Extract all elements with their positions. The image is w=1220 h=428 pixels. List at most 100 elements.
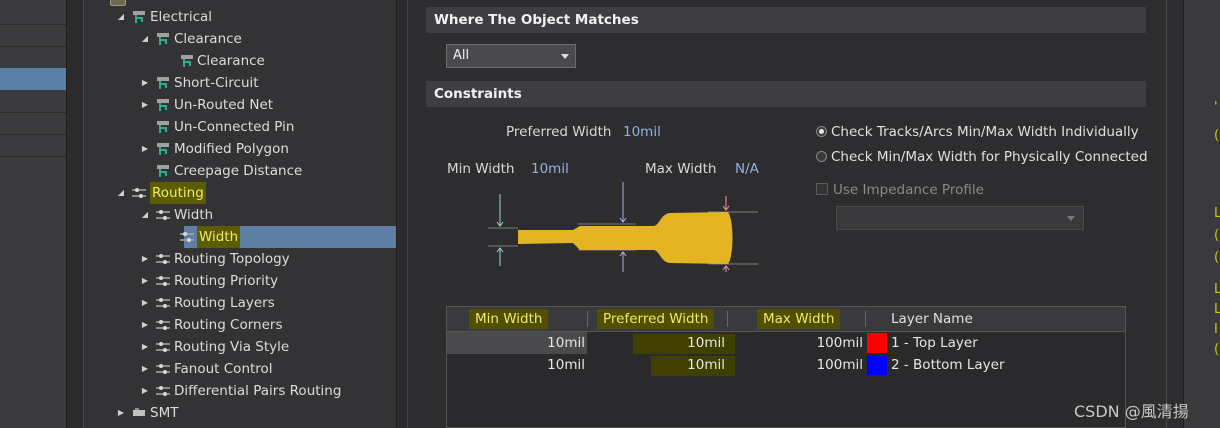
col-layer-name[interactable]: Layer Name <box>891 309 973 329</box>
max-width-cell[interactable]: 100mil <box>737 355 863 375</box>
right-panel-fragment: ( <box>1214 342 1220 357</box>
tree-splitter[interactable] <box>397 0 408 428</box>
preferred-width-cell[interactable]: 10mil <box>597 333 725 353</box>
tree-item[interactable]: ▶ Modified Polygon <box>84 138 396 160</box>
left-panel-selected-row[interactable] <box>0 68 66 90</box>
left-panel-strip <box>0 0 67 428</box>
preferred-width-value[interactable]: 10mil <box>623 124 661 140</box>
preferred-width-cell[interactable]: 10mil <box>597 355 725 375</box>
electrical-rule-icon <box>181 55 193 67</box>
collapse-arrow-icon[interactable]: ◢ <box>140 28 150 50</box>
expand-arrow-icon[interactable]: ▶ <box>140 292 150 314</box>
use-impedance-checkbox[interactable] <box>816 183 828 195</box>
check-connected-radio[interactable] <box>816 151 827 162</box>
tree-item-label: Clearance <box>197 53 265 69</box>
electrical-rule-icon <box>133 11 145 23</box>
min-width-arrows <box>496 194 504 266</box>
routing-rule-icon <box>156 364 170 374</box>
right-panel-fragment: L <box>1214 282 1220 297</box>
tree-item-label: Routing Layers <box>174 295 275 311</box>
tree-item[interactable]: Clearance <box>84 50 396 72</box>
col-min-width[interactable]: Min Width <box>469 309 549 329</box>
watermark: CSDN @風清揚 <box>1074 402 1189 421</box>
preferred-width-label: Preferred Width <box>506 124 612 140</box>
tree-item[interactable]: ◢ Width <box>84 204 396 226</box>
tree-item[interactable]: ▶ Fanout Control <box>84 358 396 380</box>
table-row[interactable]: 10mil 10mil 100mil 2 - Bottom Layer <box>447 354 1125 376</box>
table-row[interactable]: 10mil 10mil 100mil 1 - Top Layer <box>447 332 1125 354</box>
right-panel-fragment: ' <box>1214 100 1218 115</box>
chevron-down-icon <box>1067 216 1075 221</box>
column-separator[interactable] <box>587 311 588 327</box>
tree-item[interactable]: ▶ SMT <box>84 402 396 424</box>
routing-rule-icon <box>132 188 146 198</box>
max-width-value[interactable]: N/A <box>735 161 759 177</box>
expand-arrow-icon[interactable]: ▶ <box>140 314 150 336</box>
tree-item[interactable]: ▶ Differential Pairs Routing <box>84 380 396 402</box>
check-individually-label[interactable]: Check Tracks/Arcs Min/Max Width Individu… <box>831 124 1139 140</box>
check-individually-radio[interactable] <box>816 126 827 137</box>
min-width-cell[interactable]: 10mil <box>447 333 585 353</box>
max-width-label: Max Width <box>645 161 717 177</box>
impedance-profile-select[interactable] <box>836 206 1084 230</box>
tree-item-label: Creepage Distance <box>174 163 303 179</box>
object-match-select[interactable]: All <box>446 44 576 68</box>
collapse-arrow-icon[interactable]: ◢ <box>140 204 150 226</box>
min-width-cell[interactable]: 10mil <box>447 355 585 375</box>
min-width-value[interactable]: 10mil <box>531 161 569 177</box>
tree-item-label: Clearance <box>174 31 242 47</box>
tree-item[interactable]: ▶ Routing Layers <box>84 292 396 314</box>
expand-arrow-icon[interactable]: ▶ <box>140 336 150 358</box>
electrical-rule-icon <box>157 121 169 133</box>
tree-item-label: Routing Via Style <box>174 339 290 355</box>
max-width-cell[interactable]: 100mil <box>737 333 863 353</box>
column-separator[interactable] <box>727 311 728 327</box>
expand-arrow-icon[interactable]: ▶ <box>140 248 150 270</box>
expand-arrow-icon[interactable]: ▶ <box>140 94 150 116</box>
tree-item-label: SMT <box>150 405 179 421</box>
tree-item[interactable]: ◢ Routing <box>84 182 396 204</box>
tree-item[interactable]: ▶ Routing Priority <box>84 270 396 292</box>
expand-arrow-icon[interactable]: ▶ <box>140 270 150 292</box>
routing-rule-icon <box>156 298 170 308</box>
check-connected-label[interactable]: Check Min/Max Width for Physically Conne… <box>831 149 1148 165</box>
tree-item[interactable]: ▶ Short-Circuit <box>84 72 396 94</box>
tree-item-label: Routing Priority <box>174 273 279 289</box>
left-panel-divider <box>0 134 66 135</box>
expand-arrow-icon[interactable]: ▶ <box>140 358 150 380</box>
tree-item[interactable]: ▶ Routing Topology <box>84 248 396 270</box>
right-panel-fragment: ( <box>1214 250 1220 265</box>
use-impedance-label[interactable]: Use Impedance Profile <box>833 182 984 198</box>
track-width-diagram <box>488 182 758 272</box>
tree-item[interactable]: Un-Connected Pin <box>84 116 396 138</box>
panel-splitter[interactable] <box>67 0 84 428</box>
routing-rule-icon <box>156 254 170 264</box>
routing-rule-icon <box>156 210 170 220</box>
right-panel-fragment: L <box>1214 206 1220 221</box>
tree-item[interactable]: ▶ Routing Via Style <box>84 336 396 358</box>
tree-item[interactable]: ◢ Electrical <box>84 6 396 28</box>
table-header: Min Width Preferred Width Max Width Laye… <box>447 307 1125 332</box>
col-preferred-width[interactable]: Preferred Width <box>597 309 715 329</box>
collapse-arrow-icon[interactable]: ◢ <box>116 6 126 28</box>
tree-item[interactable]: ▶ Un-Routed Net <box>84 94 396 116</box>
tree-item[interactable]: Width <box>84 226 396 248</box>
tree-item[interactable]: ▶ Routing Corners <box>84 314 396 336</box>
right-splitter[interactable] <box>1166 0 1183 428</box>
right-panel-fragment: I <box>1214 322 1218 337</box>
tree-item-label: Routing Topology <box>174 251 290 267</box>
min-width-label: Min Width <box>447 161 515 177</box>
expand-arrow-icon[interactable]: ▶ <box>140 72 150 94</box>
expand-arrow-icon[interactable]: ▶ <box>116 402 126 424</box>
expand-arrow-icon[interactable]: ▶ <box>140 380 150 402</box>
rule-tree: ◢ Electrical ◢ Clearance Clearance ▶ Short-Cir… <box>84 0 397 428</box>
column-separator[interactable] <box>865 311 866 327</box>
electrical-rule-icon <box>157 33 169 45</box>
expand-arrow-icon[interactable]: ▶ <box>140 138 150 160</box>
collapse-arrow-icon[interactable]: ◢ <box>116 182 126 204</box>
layer-name-cell: 1 - Top Layer <box>891 335 978 351</box>
tree-item[interactable]: Creepage Distance <box>84 160 396 182</box>
tree-item-label: Routing <box>150 182 206 204</box>
tree-item[interactable]: ◢ Clearance <box>84 28 396 50</box>
col-max-width[interactable]: Max Width <box>757 309 841 329</box>
